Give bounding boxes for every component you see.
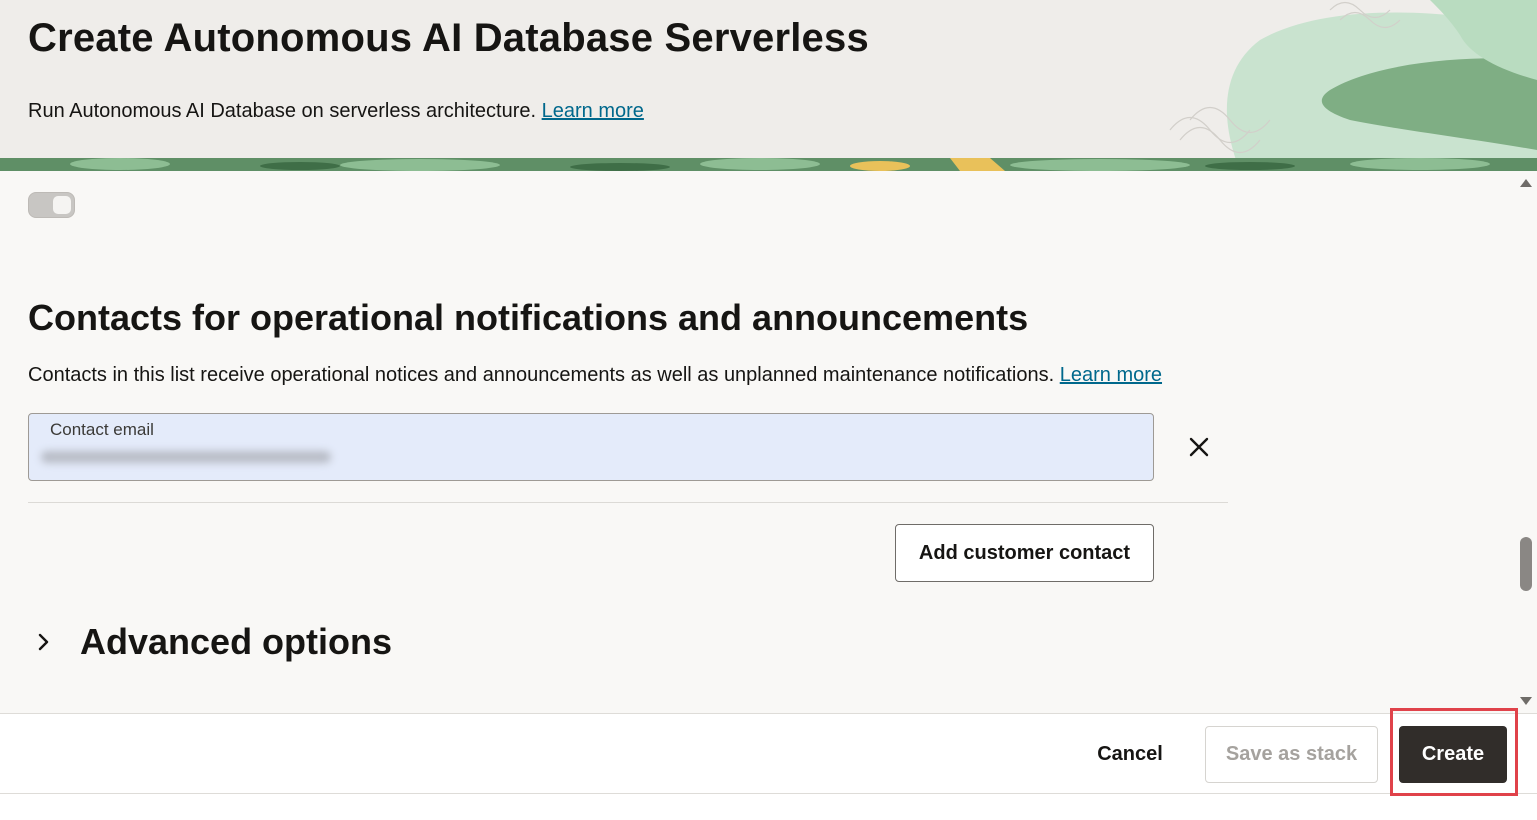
page-subtitle: Run Autonomous AI Database on serverless…	[28, 100, 644, 123]
form-content: Contacts for operational notifications a…	[0, 171, 1537, 713]
scrollbar-thumb[interactable]	[1520, 537, 1532, 591]
triangle-up-icon	[1520, 179, 1532, 187]
page-subtitle-learn-more-link[interactable]: Learn more	[542, 100, 644, 122]
contacts-description-text: Contacts in this list receive operationa…	[28, 364, 1055, 386]
form-footer: Cancel Save as stack	[0, 713, 1537, 794]
page-title: Create Autonomous AI Database Serverless	[28, 16, 869, 60]
save-as-stack-button[interactable]: Save as stack	[1205, 726, 1378, 783]
contacts-section-title: Contacts for operational notifications a…	[28, 297, 1029, 338]
contact-email-label: Contact email	[50, 420, 154, 439]
create-button[interactable]: Create	[1399, 726, 1507, 783]
close-icon	[1189, 437, 1209, 457]
remove-contact-button[interactable]	[1183, 431, 1215, 463]
advanced-options-toggle[interactable]: Advanced options	[28, 616, 392, 668]
cancel-button[interactable]: Cancel	[1080, 726, 1180, 782]
contact-email-value-redacted[interactable]	[41, 446, 331, 468]
contacts-section-description: Contacts in this list receive operationa…	[28, 364, 1162, 387]
advanced-options-title: Advanced options	[80, 621, 393, 662]
chevron-right-icon	[28, 626, 60, 658]
scroll-down-button[interactable]	[1519, 694, 1533, 708]
section-divider	[28, 502, 1228, 503]
feature-toggle[interactable]	[28, 192, 75, 218]
scroll-up-button[interactable]	[1519, 176, 1533, 190]
add-customer-contact-button[interactable]: Add customer contact	[895, 524, 1154, 582]
triangle-down-icon	[1520, 697, 1532, 705]
page-subtitle-text: Run Autonomous AI Database on serverless…	[28, 100, 537, 122]
toggle-knob	[53, 196, 71, 214]
page-header: Create Autonomous AI Database Serverless…	[0, 0, 1537, 171]
contacts-learn-more-link[interactable]: Learn more	[1060, 364, 1162, 386]
contact-email-field[interactable]: Contact email	[28, 413, 1154, 481]
